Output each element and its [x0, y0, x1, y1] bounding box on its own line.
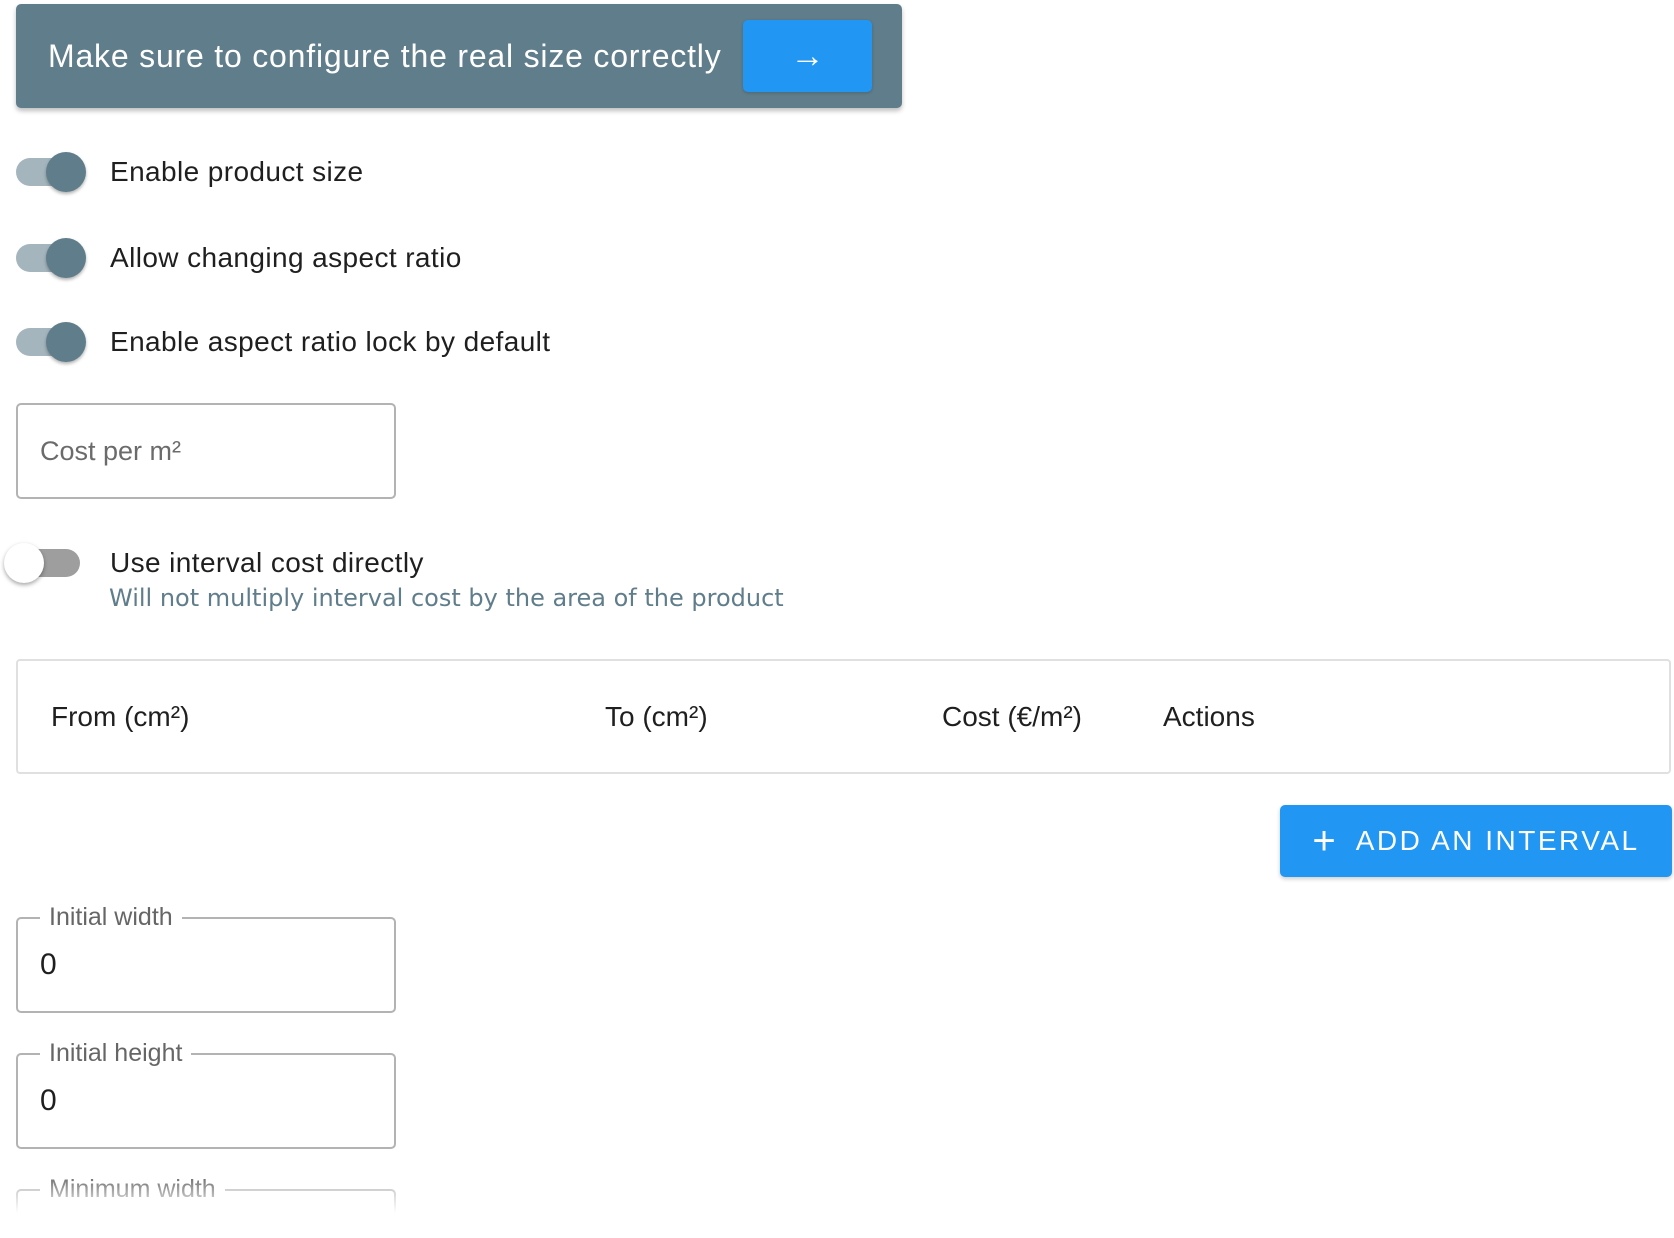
switch-thumb	[4, 543, 44, 583]
initial-height-input[interactable]	[18, 1055, 394, 1147]
configure-real-size-button[interactable]: →	[743, 20, 872, 92]
cost-per-m2-input[interactable]	[18, 405, 394, 497]
interval-cost-row: Use interval cost directly	[4, 541, 424, 585]
allow-changing-aspect-ratio-label: Allow changing aspect ratio	[110, 242, 462, 273]
allow-changing-aspect-ratio-switch[interactable]	[12, 236, 90, 280]
add-interval-button[interactable]: + ADD AN INTERVAL	[1280, 805, 1672, 877]
enable-product-size-switch[interactable]	[12, 150, 90, 194]
add-interval-label: ADD AN INTERVAL	[1355, 825, 1640, 856]
switch-thumb	[46, 238, 86, 278]
initial-height-field: Initial height	[16, 1036, 396, 1149]
use-interval-cost-switch[interactable]	[4, 541, 86, 585]
switch-thumb	[46, 152, 86, 192]
product-size-settings: Make sure to configure the real size cor…	[0, 0, 1674, 1238]
real-size-notice-banner: Make sure to configure the real size cor…	[16, 4, 902, 108]
table-header-cost: Cost (€/m²)	[942, 701, 1082, 732]
table-header-from: From (cm²)	[51, 701, 190, 732]
arrow-right-icon: →	[790, 36, 825, 75]
table-header-to: To (cm²)	[605, 701, 708, 732]
allow-aspect-ratio-row: Allow changing aspect ratio	[12, 236, 462, 280]
aspect-ratio-lock-row: Enable aspect ratio lock by default	[12, 320, 550, 364]
minimum-width-field: Minimum width	[16, 1172, 396, 1238]
table-header-actions: Actions	[1163, 701, 1255, 732]
enable-product-size-row: Enable product size	[12, 150, 364, 194]
switch-thumb	[46, 322, 86, 362]
use-interval-cost-label: Use interval cost directly	[110, 547, 424, 578]
cost-per-m2-field	[16, 403, 396, 499]
initial-width-input[interactable]	[18, 919, 394, 1011]
aspect-ratio-lock-label: Enable aspect ratio lock by default	[110, 326, 551, 357]
banner-text: Make sure to configure the real size cor…	[48, 38, 722, 74]
interval-table: From (cm²) To (cm²) Cost (€/m²) Actions	[16, 659, 1671, 774]
use-interval-cost-hint: Will not multiply interval cost by the a…	[109, 584, 784, 612]
initial-width-field: Initial width	[16, 900, 396, 1013]
plus-icon: +	[1312, 819, 1336, 863]
aspect-ratio-lock-switch[interactable]	[12, 320, 90, 364]
enable-product-size-label: Enable product size	[110, 156, 364, 187]
minimum-width-input[interactable]	[18, 1191, 394, 1238]
